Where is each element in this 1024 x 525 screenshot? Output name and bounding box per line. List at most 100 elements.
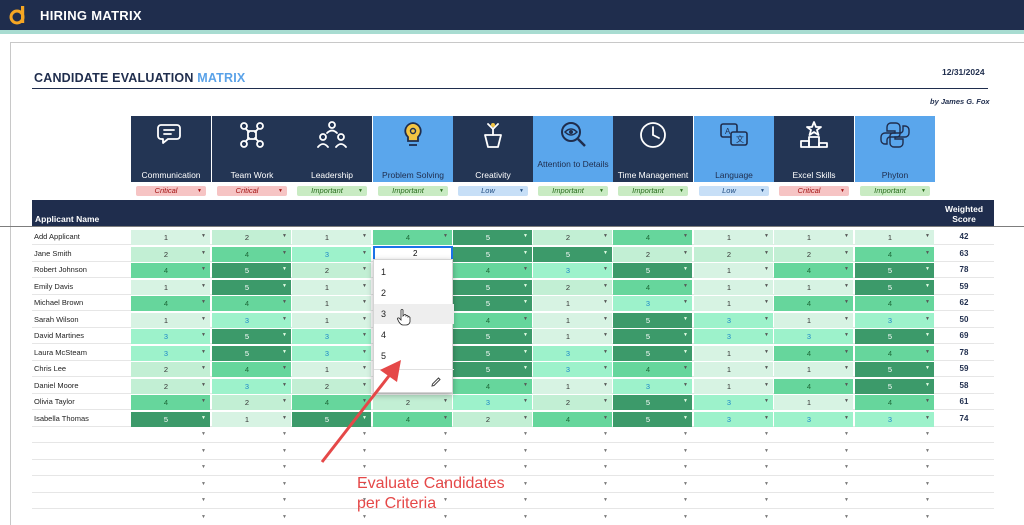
score-cell[interactable]: 3 ▼	[131, 329, 210, 344]
score-cell[interactable]: 1 ▼	[131, 230, 210, 245]
score-cell[interactable]: ▼	[613, 511, 692, 525]
dropdown-arrow-icon[interactable]: ▼	[683, 365, 688, 371]
dropdown-arrow-icon[interactable]: ▼	[925, 481, 930, 487]
dropdown-arrow-icon[interactable]: ▼	[925, 283, 930, 289]
applicant-name[interactable]: Robert Johnson	[34, 265, 87, 274]
score-cell[interactable]: 1 ▼	[131, 312, 210, 328]
dropdown-arrow-icon[interactable]: ▼	[201, 266, 206, 272]
dropdown-arrow-icon[interactable]: ▼	[764, 464, 769, 470]
dropdown-arrow-icon[interactable]: ▼	[925, 464, 930, 470]
score-cell[interactable]: 5 ▼	[855, 362, 934, 377]
applicant-name[interactable]: David Martines	[34, 331, 84, 340]
dropdown-arrow-icon[interactable]: ▼	[764, 365, 769, 371]
dropdown-arrow-icon[interactable]: ▼	[362, 283, 367, 289]
dropdown-arrow-icon[interactable]: ▼	[201, 283, 206, 289]
dropdown-arrow-icon[interactable]: ▼	[764, 250, 769, 256]
score-cell[interactable]: 2▼	[774, 246, 853, 262]
applicant-name[interactable]: Add Applicant	[34, 232, 80, 241]
score-cell[interactable]: 3 ▼	[292, 329, 371, 344]
score-cell[interactable]: 2▼	[694, 246, 773, 262]
score-cell[interactable]: ▼	[855, 494, 934, 509]
score-cell[interactable]: ▼	[613, 494, 692, 509]
score-cell[interactable]: ▼	[131, 478, 210, 493]
dropdown-arrow-icon[interactable]: ▼	[683, 316, 688, 322]
dropdown-arrow-icon[interactable]: ▼	[683, 398, 688, 404]
active-cell-value[interactable]: 2	[413, 249, 417, 258]
score-cell[interactable]: 5 ▼	[212, 279, 291, 295]
score-cell[interactable]: 5 ▼	[855, 279, 934, 295]
dropdown-arrow-icon[interactable]: ▼	[282, 349, 287, 355]
dropdown-arrow-icon[interactable]: ▼	[519, 186, 524, 196]
dropdown-arrow-icon[interactable]: ▼	[523, 448, 528, 454]
dropdown-arrow-icon[interactable]: ▼	[925, 316, 930, 322]
dropdown-arrow-icon[interactable]: ▼	[844, 283, 849, 289]
dropdown-arrow-icon[interactable]: ▼	[282, 266, 287, 272]
score-cell[interactable]: 3 ▼	[613, 378, 692, 394]
score-cell[interactable]: 5 ▼	[453, 345, 532, 361]
applicant-name[interactable]: Sarah Wilson	[34, 315, 79, 324]
score-cell[interactable]: 5 ▼	[855, 329, 934, 344]
dropdown-arrow-icon[interactable]: ▼	[683, 481, 688, 487]
dropdown-arrow-icon[interactable]: ▼	[603, 464, 608, 470]
score-cell[interactable]: ▼	[694, 428, 773, 443]
score-cell[interactable]: 5 ▼	[613, 329, 692, 344]
score-cell[interactable]: 1 ▼	[533, 312, 612, 328]
score-cell[interactable]: 1 ▼	[292, 296, 371, 311]
score-cell[interactable]: 1 ▼	[774, 279, 853, 295]
dropdown-arrow-icon[interactable]: ▼	[925, 448, 930, 454]
score-cell[interactable]: 4 ▼	[774, 345, 853, 361]
score-cell[interactable]: 2▼	[131, 362, 210, 377]
dropdown-arrow-icon[interactable]: ▼	[925, 514, 930, 520]
score-cell[interactable]: ▼	[774, 494, 853, 509]
criterion-importance-select[interactable]: Low ▼	[458, 186, 528, 196]
score-cell[interactable]: 4 ▼	[855, 246, 934, 262]
dropdown-arrow-icon[interactable]: ▼	[603, 349, 608, 355]
dropdown-arrow-icon[interactable]: ▼	[282, 365, 287, 371]
score-cell[interactable]: 3 ▼	[533, 263, 612, 278]
score-cell[interactable]: 3 ▼	[131, 345, 210, 361]
dropdown-arrow-icon[interactable]: ▼	[201, 415, 206, 421]
score-cell[interactable]: 3 ▼	[694, 411, 773, 427]
dropdown-arrow-icon[interactable]: ▼	[443, 464, 448, 470]
dropdown-arrow-icon[interactable]: ▼	[523, 464, 528, 470]
score-cell[interactable]: 4 ▼	[855, 296, 934, 311]
score-cell[interactable]: ▼	[774, 445, 853, 460]
dropdown-arrow-icon[interactable]: ▼	[523, 382, 528, 388]
score-cell[interactable]: ▼	[131, 494, 210, 509]
dropdown-arrow-icon[interactable]: ▼	[925, 365, 930, 371]
dropdown-arrow-icon[interactable]: ▼	[603, 316, 608, 322]
dropdown-arrow-icon[interactable]: ▼	[925, 415, 930, 421]
dropdown-arrow-icon[interactable]: ▼	[764, 398, 769, 404]
dropdown-arrow-icon[interactable]: ▼	[362, 514, 367, 520]
score-cell[interactable]: 5 ▼	[613, 345, 692, 361]
dropdown-arrow-icon[interactable]: ▼	[282, 415, 287, 421]
dropdown-arrow-icon[interactable]: ▼	[683, 431, 688, 437]
dropdown-arrow-icon[interactable]: ▼	[603, 448, 608, 454]
dropdown-arrow-icon[interactable]: ▼	[439, 186, 444, 196]
applicant-name[interactable]: Chris Lee	[34, 364, 66, 373]
dropdown-arrow-icon[interactable]: ▼	[201, 431, 206, 437]
dropdown-arrow-icon[interactable]: ▼	[362, 316, 367, 322]
score-cell[interactable]: 4 ▼	[774, 296, 853, 311]
score-cell[interactable]: 5 ▼	[613, 312, 692, 328]
score-cell[interactable]: ▼	[212, 494, 291, 509]
dropdown-arrow-icon[interactable]: ▼	[683, 266, 688, 272]
dropdown-arrow-icon[interactable]: ▼	[844, 266, 849, 272]
score-cell[interactable]: 4 ▼	[855, 395, 934, 410]
score-cell[interactable]: ▼	[774, 511, 853, 525]
score-cell[interactable]: 4 ▼	[855, 345, 934, 361]
dropdown-arrow-icon[interactable]: ▼	[840, 186, 845, 196]
dropdown-arrow-icon[interactable]: ▼	[282, 514, 287, 520]
score-cell[interactable]: 1 ▼	[694, 362, 773, 377]
dropdown-arrow-icon[interactable]: ▼	[282, 464, 287, 470]
score-cell[interactable]: 4 ▼	[453, 312, 532, 328]
score-cell[interactable]: ▼	[453, 445, 532, 460]
score-cell[interactable]: ▼	[774, 461, 853, 476]
dropdown-arrow-icon[interactable]: ▼	[603, 431, 608, 437]
applicant-name[interactable]: Isabella Thomas	[34, 414, 89, 423]
score-cell[interactable]: 4 ▼	[453, 378, 532, 394]
criterion-importance-select[interactable]: Important ▼	[860, 186, 930, 196]
score-cell[interactable]: 4 ▼	[774, 263, 853, 278]
score-cell[interactable]: 3 ▼	[774, 411, 853, 427]
score-cell[interactable]: 4 ▼	[613, 279, 692, 295]
